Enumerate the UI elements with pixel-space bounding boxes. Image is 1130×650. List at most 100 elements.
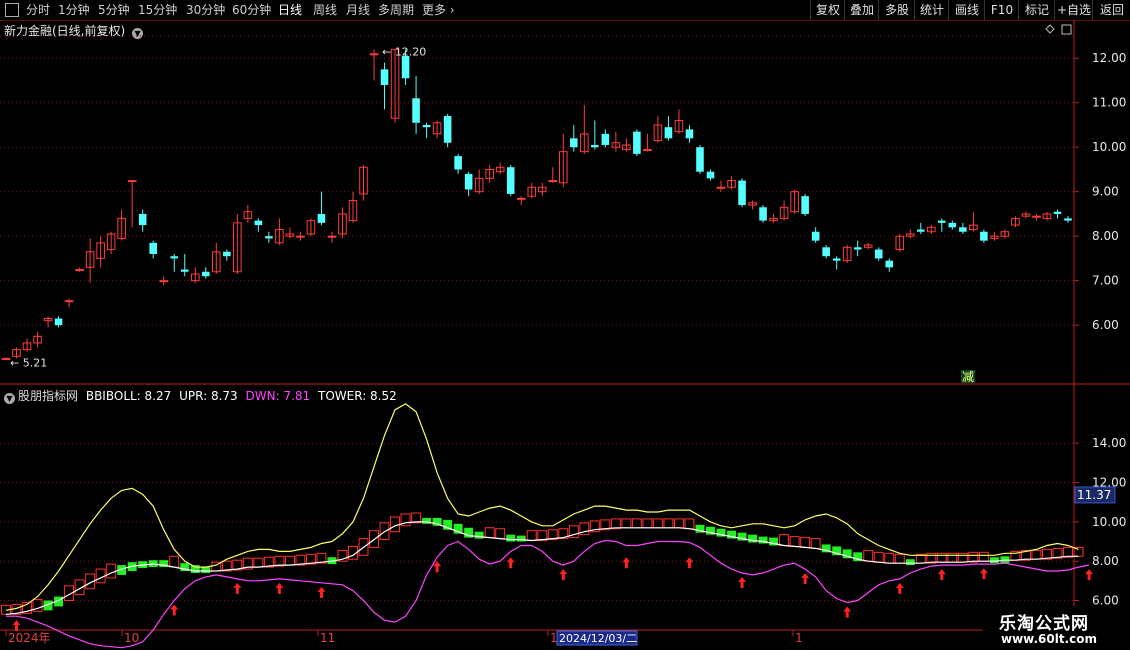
tower-bar [663, 518, 674, 529]
candle-body [443, 116, 452, 143]
tower-bar [905, 559, 915, 566]
candle-body [149, 242, 157, 254]
tower-bar [484, 527, 495, 539]
candle-body [516, 197, 526, 200]
tower-bar [1031, 549, 1042, 560]
window-icon [1061, 24, 1072, 35]
tower-bar [526, 530, 537, 542]
candle-body [1064, 218, 1072, 221]
buy-arrow-icon [801, 573, 810, 585]
tower-bar [894, 553, 905, 564]
time-axis-label: 11 [320, 631, 335, 645]
price-tick-label: 8.00 [1092, 229, 1119, 243]
tower-bar [863, 549, 874, 562]
candle-body [801, 196, 809, 214]
buy-arrow-icon [559, 569, 568, 581]
tower-bar [495, 528, 506, 540]
candle-body [180, 269, 189, 272]
candle-body [1053, 211, 1062, 214]
time-axis-label: 2024年 [8, 631, 51, 645]
candle-body [696, 147, 704, 172]
price-tick-label: 12.00 [1092, 51, 1126, 65]
tower-bar [789, 536, 800, 547]
upr-line [5, 403, 1079, 611]
candle-body [980, 231, 988, 241]
tower-bar [190, 565, 200, 573]
candle-body [138, 213, 147, 226]
diamond-icon [1045, 24, 1055, 34]
candle-body [664, 127, 673, 139]
high-price-annotation: ← 12.20 [382, 45, 426, 58]
candle-body [853, 247, 862, 250]
candle-body [127, 180, 137, 183]
jian-badge: 减 [962, 370, 974, 384]
tower-bar [989, 557, 999, 564]
buy-arrow-icon [1085, 569, 1094, 581]
candle-body [201, 271, 210, 277]
price-tick-label: 9.00 [1092, 185, 1119, 199]
candle-body [759, 207, 767, 221]
tower-bar [106, 563, 117, 579]
watermark-text-1: 乐淘公式网 [999, 614, 1089, 634]
price-tick-label: 11.00 [1092, 96, 1126, 110]
candle-body [1, 358, 11, 361]
tower-bar [284, 555, 295, 566]
cursor-date-label: 2024/12/03/二 [559, 632, 637, 645]
candle-body [254, 220, 263, 226]
candle-body [959, 227, 967, 232]
tower-bar [652, 518, 663, 529]
candle-body [811, 231, 820, 241]
tower-bar [621, 518, 632, 529]
candle-body [317, 213, 326, 223]
tower-bar [506, 534, 516, 542]
candle-body [1032, 215, 1041, 218]
candle-body [706, 171, 715, 179]
candle-body [738, 180, 746, 206]
candle-body [948, 222, 957, 228]
buy-arrow-icon [685, 557, 694, 569]
candle-body [506, 167, 515, 194]
price-tick-label: 7.00 [1092, 274, 1119, 288]
tower-bar [253, 557, 264, 568]
tower-bar [873, 551, 884, 563]
candle-body [938, 220, 946, 223]
candle-body [75, 269, 84, 272]
candle-body [716, 186, 726, 189]
kline-chart[interactable]: 6.00 7.00 8.00 9.00 10.00 11.00 12.00 ← 12.20 ← … [0, 0, 1130, 650]
buy-arrow-icon [937, 569, 946, 581]
candle-body [265, 236, 273, 239]
tower-bar [779, 534, 790, 546]
time-axis-label: 1 [795, 631, 803, 645]
tower-bar [642, 518, 653, 529]
candle-body [401, 56, 410, 79]
buy-arrow-icon [895, 582, 904, 594]
current-value-label: 11.37 [1077, 488, 1111, 502]
candle-body [548, 180, 558, 183]
buy-arrow-icon [506, 557, 515, 569]
candle-body [822, 247, 830, 257]
indicator-tick-label: 8.00 [1092, 554, 1119, 568]
buy-arrow-icon [233, 582, 242, 594]
tower-bar [978, 551, 989, 562]
candle-body [464, 173, 473, 190]
indicator-tick-label: 10.00 [1092, 515, 1126, 529]
time-axis-label: 1 [550, 631, 558, 645]
candle-body [832, 258, 841, 261]
watermark-text-2: www.60lt.com [1001, 632, 1098, 646]
tower-bar [673, 518, 684, 529]
candle-body [369, 53, 379, 56]
candle-body [601, 133, 610, 145]
low-price-annotation: ← 5.21 [10, 356, 47, 369]
buy-arrow-icon [275, 582, 284, 594]
buy-arrow-icon [622, 557, 631, 569]
candle-body [170, 256, 179, 259]
candle-body [422, 124, 431, 128]
candle-body [64, 300, 74, 303]
time-axis-label: 10 [124, 631, 139, 645]
price-tick-label: 10.00 [1092, 140, 1126, 154]
candle-body [917, 229, 925, 232]
candle-body [54, 318, 63, 326]
tower-bar [684, 518, 695, 530]
candle-body [223, 251, 231, 257]
candle-body [454, 156, 462, 170]
